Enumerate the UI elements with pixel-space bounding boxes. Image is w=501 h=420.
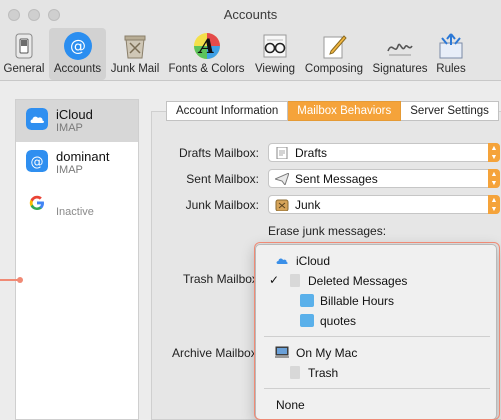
- junk-label: Junk Mailbox:: [185, 198, 259, 212]
- junk-popup[interactable]: Junk ▲ ▼: [268, 195, 500, 214]
- trash-icon: [290, 274, 300, 287]
- menu-item-quotes[interactable]: quotes: [256, 311, 496, 331]
- junk-icon: [275, 199, 289, 211]
- rules-icon: [439, 33, 463, 59]
- account-google[interactable]: Inactive: [16, 184, 138, 226]
- menu-item-trash[interactable]: Trash: [256, 363, 496, 383]
- toolbar-composing[interactable]: Composing: [301, 28, 367, 80]
- accounts-list[interactable]: iCloud IMAP @ dominant IMAP Inactive: [15, 99, 139, 420]
- erase-junk-label: Erase junk messages:: [268, 224, 387, 238]
- window-title: Accounts: [223, 7, 278, 22]
- tab-account-information[interactable]: Account Information: [166, 101, 289, 121]
- toolbar-fonts-colors[interactable]: A Fonts & Colors: [164, 28, 249, 80]
- document-icon: [276, 147, 288, 159]
- toolbar-viewing[interactable]: Viewing: [250, 28, 300, 80]
- drafts-row: Drafts Mailbox: Drafts ▲ ▼: [151, 143, 501, 163]
- drafts-label: Drafts Mailbox:: [178, 146, 259, 160]
- tab-mailbox-behaviors[interactable]: Mailbox Behaviors: [288, 101, 402, 121]
- sent-popup[interactable]: Sent Messages ▲ ▼: [268, 169, 500, 188]
- checkmark-icon: ✓: [269, 273, 280, 287]
- menu-item-on-my-mac: On My Mac: [256, 343, 496, 363]
- svg-text:A: A: [197, 34, 215, 58]
- drafts-popup[interactable]: Drafts ▲ ▼: [268, 143, 500, 162]
- icloud-icon: [276, 258, 288, 264]
- toolbar-accounts[interactable]: @ Accounts: [49, 28, 106, 80]
- annotation-callout-dot: [17, 277, 23, 283]
- trash-mailbox-menu[interactable]: iCloud ✓ Deleted Messages Billable Hours…: [255, 244, 497, 420]
- computer-icon: [275, 346, 289, 358]
- google-icon: [29, 195, 44, 210]
- menu-separator: [264, 336, 490, 337]
- account-icloud[interactable]: iCloud IMAP: [16, 100, 138, 142]
- icloud-icon: [26, 108, 48, 130]
- svg-text:@: @: [31, 155, 44, 170]
- toolbar-signatures[interactable]: Signatures: [368, 28, 432, 80]
- menu-item-billable-hours[interactable]: Billable Hours: [256, 291, 496, 311]
- chevron-updown-icon: ▲ ▼: [488, 143, 500, 162]
- folder-icon: [300, 314, 314, 327]
- junk-icon: [124, 35, 146, 59]
- menu-separator: [264, 388, 490, 389]
- menu-item-deleted-messages[interactable]: ✓ Deleted Messages: [256, 271, 496, 291]
- trash-icon: [290, 366, 300, 379]
- paper-plane-icon: [275, 173, 289, 185]
- menu-item-none[interactable]: None: [256, 395, 496, 415]
- sent-row: Sent Mailbox: Sent Messages ▲ ▼: [151, 169, 501, 189]
- junk-row: Junk Mailbox: Junk ▲ ▼: [151, 195, 501, 215]
- toolbar-general[interactable]: General: [0, 28, 48, 80]
- font-icon: A: [193, 33, 220, 59]
- chevron-updown-icon: ▲ ▼: [488, 169, 500, 188]
- account-dominant[interactable]: @ dominant IMAP: [16, 142, 138, 184]
- title-bar: Accounts: [0, 0, 501, 28]
- menu-item-icloud: iCloud: [256, 251, 496, 271]
- pencil-icon: [323, 35, 347, 59]
- toolbar-junk-mail[interactable]: Junk Mail: [107, 28, 163, 80]
- svg-text:@: @: [70, 36, 86, 55]
- switch-icon: [15, 33, 33, 59]
- sent-label: Sent Mailbox:: [186, 172, 259, 186]
- toolbar-rules[interactable]: Rules: [433, 28, 469, 80]
- settings-tabs: Account Information Mailbox Behaviors Se…: [166, 101, 499, 121]
- chevron-updown-icon: ▲ ▼: [488, 195, 500, 214]
- tab-server-settings[interactable]: Server Settings: [401, 101, 499, 121]
- at-icon: @: [26, 150, 48, 172]
- trash-mailbox-label: Trash Mailbox: [183, 272, 258, 286]
- folder-icon: [300, 294, 314, 307]
- at-icon: @: [63, 32, 92, 60]
- archive-mailbox-label: Archive Mailbox: [172, 346, 257, 360]
- signature-icon: [387, 43, 413, 56]
- preferences-toolbar: General @ Accounts Junk Mail A Fonts & C…: [0, 28, 501, 81]
- glasses-icon: [263, 34, 287, 58]
